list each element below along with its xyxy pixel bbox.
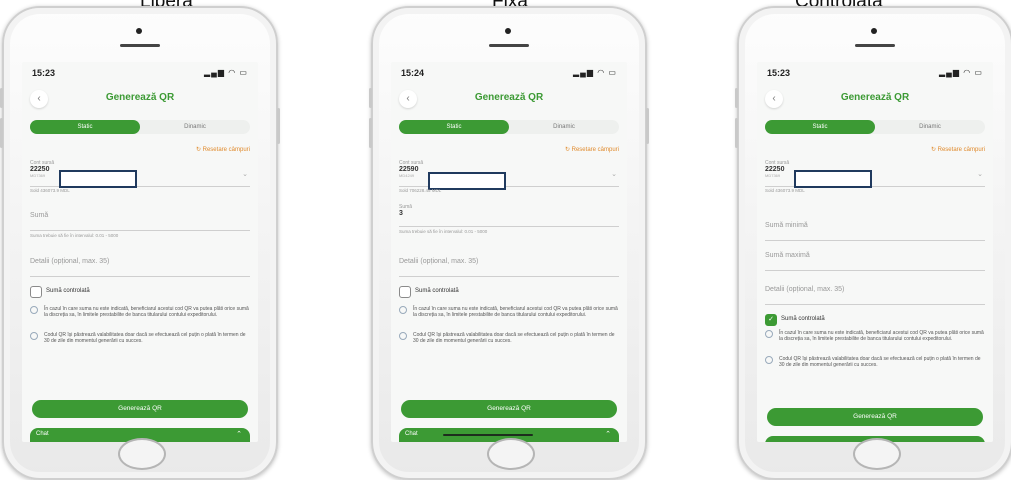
home-button[interactable]: [853, 438, 901, 470]
amount-input[interactable]: Sumă 3: [399, 204, 619, 227]
speaker-grille: [120, 44, 160, 47]
reset-fields-button[interactable]: ↻ Resetare câmpuri: [931, 146, 985, 153]
screen: 15:23 ▂▄▆ ◠ ▭ ‹ Generează QR Static Dina…: [757, 62, 993, 442]
redaction-box: [794, 170, 872, 188]
status-bar: 15:23 ▂▄▆ ◠ ▭: [22, 68, 258, 82]
home-button[interactable]: [487, 438, 535, 470]
generate-qr-button[interactable]: Generează QR: [401, 400, 617, 418]
generate-qr-button[interactable]: Generează QR: [767, 408, 983, 426]
refresh-icon: ↻: [564, 147, 572, 153]
checkbox-label: Sumă controlată: [781, 316, 825, 322]
tab-dinamic[interactable]: Dinamic: [509, 120, 619, 134]
details-placeholder: Detalii (opțional, max. 35): [765, 286, 845, 293]
chevron-up-icon: ⌃: [236, 431, 242, 438]
page-title: Generează QR: [105, 92, 175, 103]
page-title: Generează QR: [840, 92, 910, 103]
max-amount-input[interactable]: Sumă maximă: [765, 252, 985, 271]
amount-input[interactable]: Sumă: [30, 212, 250, 231]
info-note-1: În cazul în care suma nu este indicată, …: [765, 330, 985, 342]
screen: 15:23 ▂▄▆ ◠ ▭ ‹ Generează QR Static Dina…: [22, 62, 258, 442]
tab-dinamic[interactable]: Dinamic: [140, 120, 250, 134]
chevron-down-icon: ⌄: [242, 171, 248, 178]
details-placeholder: Detalii (opțional, max. 35): [399, 258, 479, 265]
generate-qr-button[interactable]: Generează QR: [32, 400, 248, 418]
refresh-icon: ↻: [195, 147, 203, 153]
home-indicator: [443, 434, 533, 436]
refresh-icon: ↻: [930, 147, 938, 153]
signal-wifi-battery-icon: ▂▄▆ ◠ ▭: [204, 68, 248, 77]
checkbox-unchecked[interactable]: [399, 286, 411, 298]
checkbox-label: Sumă controlată: [46, 288, 90, 294]
status-bar: 15:24 ▂▄▆ ◠ ▭: [391, 68, 627, 82]
max-amount-placeholder: Sumă maximă: [765, 252, 810, 259]
controlled-amount-checkbox[interactable]: Sumă controlată: [30, 286, 250, 298]
phone-controlata: 15:23 ▂▄▆ ◠ ▭ ‹ Generează QR Static Dina…: [735, 6, 1011, 480]
tabs: Static Dinamic: [765, 120, 985, 134]
chevron-down-icon: ⌄: [977, 171, 983, 178]
details-placeholder: Detalii (opțional, max. 35): [30, 258, 110, 265]
chat-label: Chat: [36, 431, 49, 437]
reset-fields-button[interactable]: ↻ Resetare câmpuri: [196, 146, 250, 153]
info-note-1: În cazul în care suma nu este indicată, …: [399, 306, 619, 318]
screen: 15:24 ▂▄▆ ◠ ▭ ‹ Generează QR Static Dina…: [391, 62, 627, 442]
status-time: 15:23: [32, 68, 56, 78]
info-note-2: Codul QR își păstrează valabilitatea doa…: [30, 332, 250, 344]
signal-wifi-battery-icon: ▂▄▆ ◠ ▭: [573, 68, 617, 77]
info-note-1: În cazul în care suma nu este indicată, …: [30, 306, 250, 318]
tabs: Static Dinamic: [399, 120, 619, 134]
checkbox-checked-icon[interactable]: ✓: [765, 314, 777, 326]
status-time: 15:24: [401, 68, 425, 78]
info-icon: [30, 306, 38, 314]
balance-text: Sold 436073.9 MDL: [765, 188, 805, 193]
info-icon: [399, 332, 407, 340]
checkbox-unchecked[interactable]: [30, 286, 42, 298]
reset-fields-label: Resetare câmpuri: [571, 147, 619, 153]
reset-fields-button[interactable]: ↻ Resetare câmpuri: [565, 146, 619, 153]
speaker-grille: [489, 44, 529, 47]
tab-static[interactable]: Static: [30, 120, 140, 134]
min-amount-placeholder: Sumă minimă: [765, 222, 808, 229]
amount-value: 3: [399, 210, 403, 217]
camera-icon: [136, 28, 142, 34]
speaker-grille: [855, 44, 895, 47]
phone-fixa: 15:24 ▂▄▆ ◠ ▭ ‹ Generează QR Static Dina…: [369, 6, 649, 480]
amount-hint: Suma trebuie să fie în intervalul: 0.01 …: [30, 233, 119, 238]
reset-fields-label: Resetare câmpuri: [202, 147, 250, 153]
tab-dinamic[interactable]: Dinamic: [875, 120, 985, 134]
reset-fields-label: Resetare câmpuri: [937, 147, 985, 153]
checkbox-label: Sumă controlată: [415, 288, 459, 294]
phone-libera: 15:23 ▂▄▆ ◠ ▭ ‹ Generează QR Static Dina…: [0, 6, 280, 480]
info-note-2: Codul QR își păstrează valabilitatea doa…: [399, 332, 619, 344]
details-input[interactable]: Detalii (opțional, max. 35): [399, 258, 619, 277]
camera-icon: [871, 28, 877, 34]
controlled-amount-checkbox[interactable]: Sumă controlată: [399, 286, 619, 298]
controlled-amount-checkbox[interactable]: ✓ Sumă controlată: [765, 314, 985, 326]
details-input[interactable]: Detalii (opțional, max. 35): [765, 286, 985, 305]
signal-wifi-battery-icon: ▂▄▆ ◠ ▭: [939, 68, 983, 77]
tab-static[interactable]: Static: [399, 120, 509, 134]
camera-icon: [505, 28, 511, 34]
redaction-box: [59, 170, 137, 188]
info-icon: [399, 306, 407, 314]
status-bar: 15:23 ▂▄▆ ◠ ▭: [757, 68, 993, 82]
home-button[interactable]: [118, 438, 166, 470]
amount-placeholder: Sumă: [30, 212, 49, 219]
tab-static[interactable]: Static: [765, 120, 875, 134]
info-note-2: Codul QR își păstrează valabilitatea doa…: [765, 356, 985, 368]
info-icon: [765, 356, 773, 364]
details-input[interactable]: Detalii (opțional, max. 35): [30, 258, 250, 277]
info-icon: [30, 332, 38, 340]
amount-hint: Suma trebuie să fie în intervalul: 0.01 …: [399, 229, 488, 234]
chat-label: Chat: [405, 431, 418, 437]
chevron-up-icon: ⌃: [605, 431, 611, 438]
status-time: 15:23: [767, 68, 791, 78]
page-title: Generează QR: [474, 92, 544, 103]
min-amount-input[interactable]: Sumă minimă: [765, 222, 985, 241]
balance-text: Sold 706228.45 MDL: [399, 188, 442, 193]
balance-text: Sold 436073.9 MDL: [30, 188, 70, 193]
tabs: Static Dinamic: [30, 120, 250, 134]
info-icon: [765, 330, 773, 338]
chevron-down-icon: ⌄: [611, 171, 617, 178]
